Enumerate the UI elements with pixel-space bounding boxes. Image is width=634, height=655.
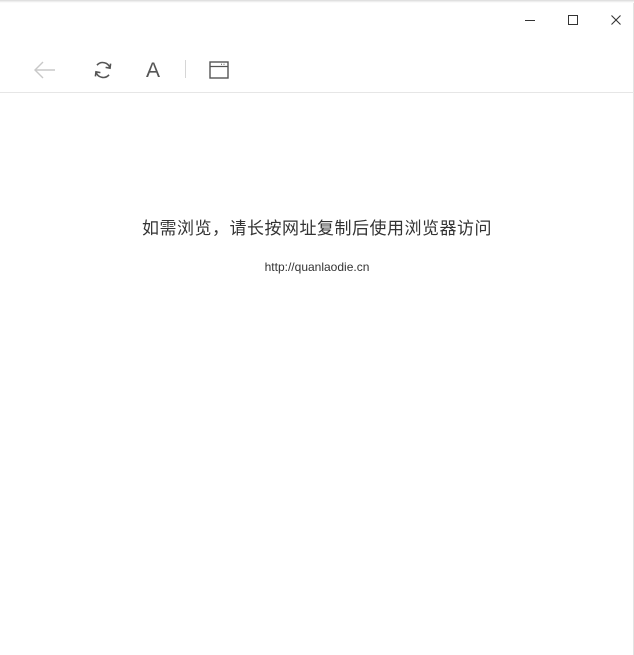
maximize-button[interactable]	[557, 6, 589, 34]
close-button[interactable]	[600, 6, 632, 34]
copy-url-message: 如需浏览，请长按网址复制后使用浏览器访问	[142, 219, 492, 239]
back-button[interactable]	[31, 56, 59, 84]
browser-toolbar: A	[0, 48, 634, 92]
page-content: 如需浏览，请长按网址复制后使用浏览器访问 http://quanlaodie.c…	[0, 93, 634, 655]
font-size-button[interactable]: A	[139, 56, 167, 84]
maximize-icon	[568, 15, 578, 25]
font-size-icon: A	[145, 58, 160, 82]
window-button[interactable]	[205, 56, 233, 84]
page-url-text[interactable]: http://quanlaodie.cn	[0, 260, 634, 274]
toolbar-separator	[185, 60, 186, 78]
minimize-button[interactable]	[514, 6, 546, 34]
refresh-icon	[94, 61, 112, 79]
close-icon	[611, 15, 621, 25]
window-top-edge	[0, 0, 634, 3]
minimize-icon	[525, 20, 535, 21]
refresh-button[interactable]	[89, 56, 117, 84]
back-arrow-icon	[34, 61, 55, 79]
window-icon	[209, 61, 229, 79]
browser-window: A 如需浏览，请长按网址复制后使用浏览器访问 http://quanlaodie…	[0, 0, 634, 655]
